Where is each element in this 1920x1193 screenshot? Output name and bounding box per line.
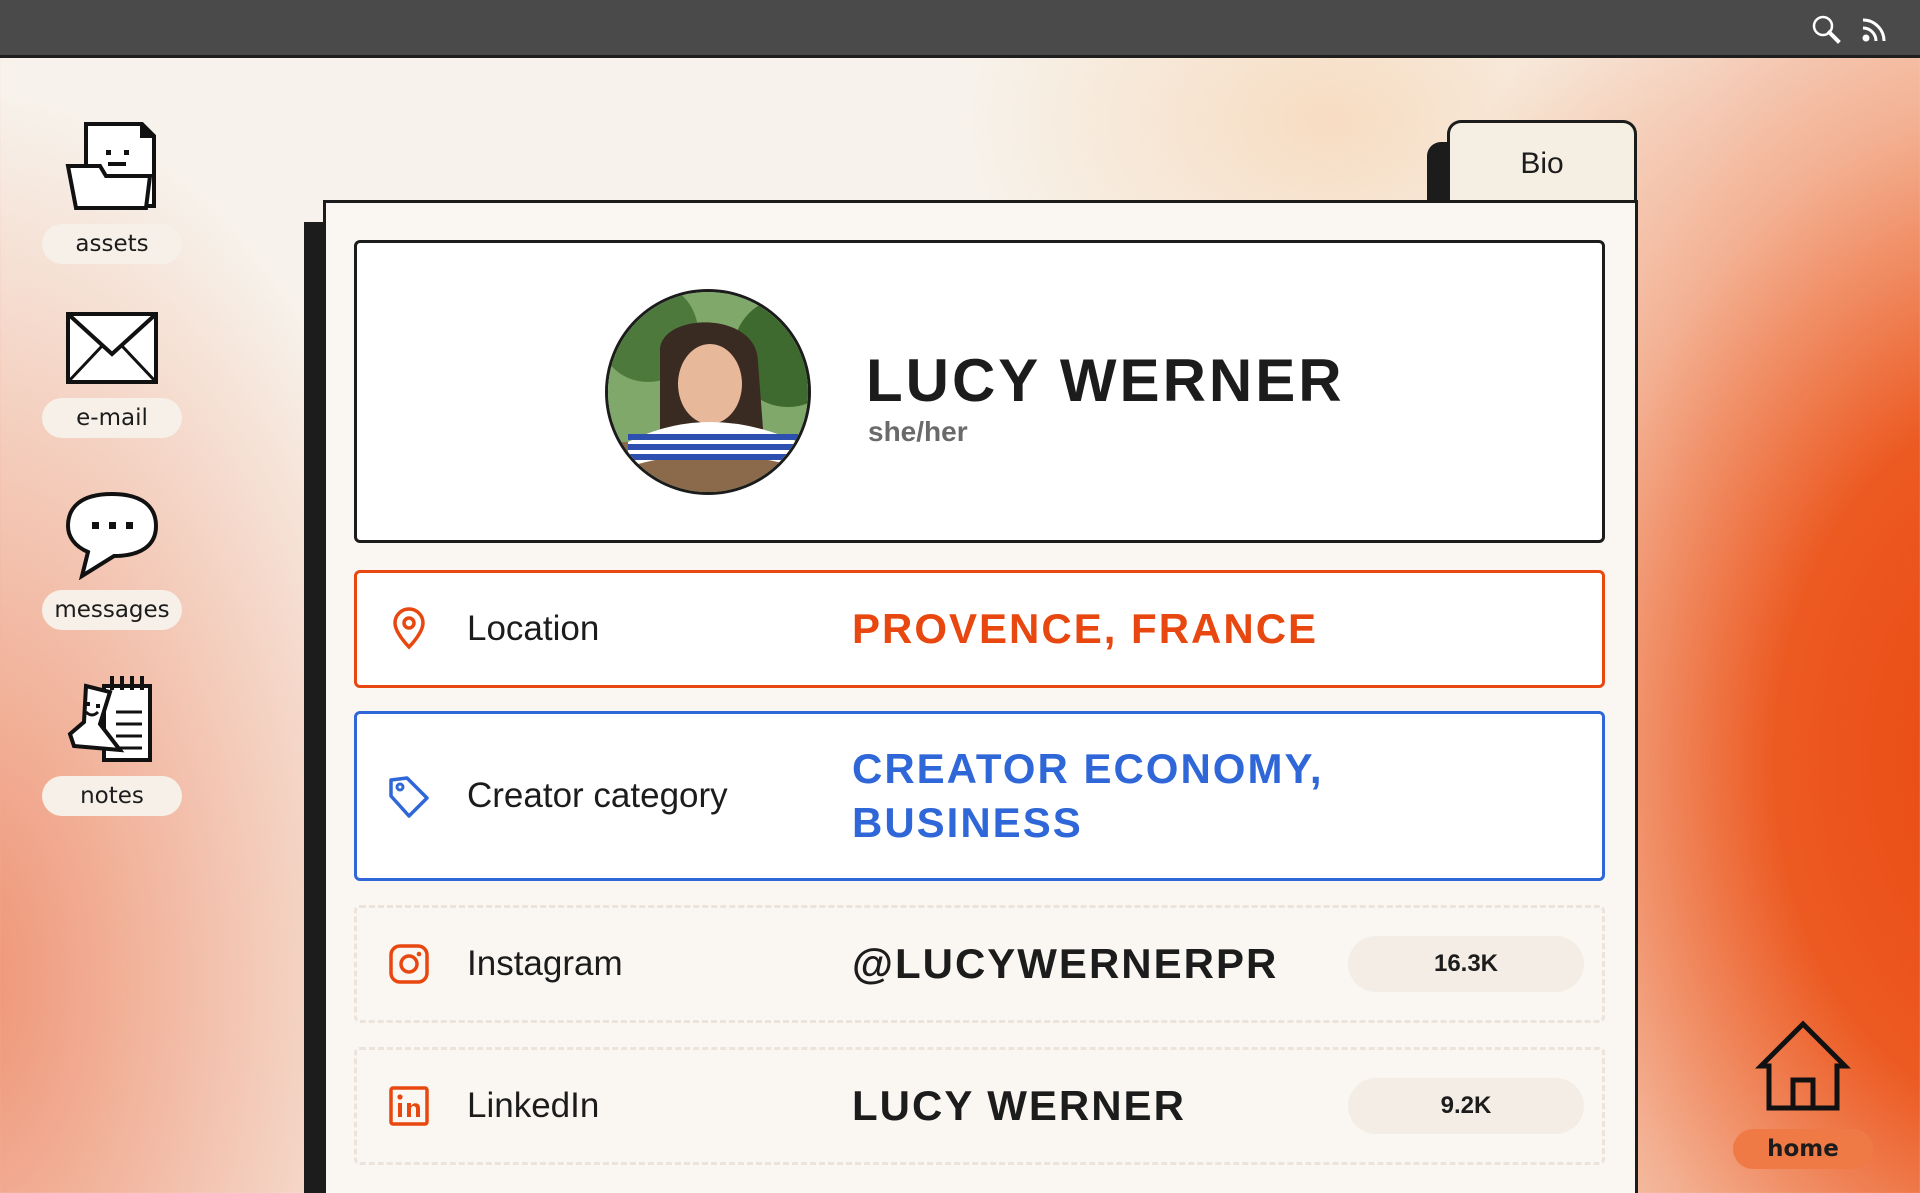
instagram-follower-count: 16.3K <box>1348 936 1584 992</box>
desktop-item-label: notes <box>42 776 182 816</box>
linkedin-label: LinkedIn <box>467 1086 600 1125</box>
desktop-item-label: assets <box>42 224 182 264</box>
category-label: Creator category <box>467 776 728 815</box>
instagram-icon[interactable] <box>387 942 431 986</box>
avatar <box>605 289 811 495</box>
category-row: Creator category CREATOR ECONOMY, BUSINE… <box>354 711 1605 881</box>
desktop-item-notes[interactable]: notes <box>42 672 182 816</box>
desktop-item-messages[interactable]: messages <box>42 490 182 630</box>
profile-pronouns: she/her <box>868 416 968 447</box>
home-label: home <box>1733 1129 1873 1169</box>
desktop-item-e-mail[interactable]: e-mail <box>42 308 182 438</box>
speech-bubble-icon <box>65 491 159 580</box>
instagram-handle[interactable]: @LUCYWERNERPR <box>852 937 1278 991</box>
notepad-icon <box>67 676 152 762</box>
rss-icon[interactable] <box>1860 14 1890 44</box>
desktop-item-label: e-mail <box>42 398 182 438</box>
instagram-row: Instagram @LUCYWERNERPR 16.3K <box>354 905 1605 1023</box>
desktop-item-assets[interactable]: assets <box>42 118 182 264</box>
tab-bio[interactable]: Bio <box>1447 120 1637 204</box>
instagram-label: Instagram <box>467 944 623 983</box>
folder-face-icon <box>65 122 156 210</box>
envelope-icon <box>66 312 158 384</box>
search-icon[interactable] <box>1811 14 1841 44</box>
map-pin-icon <box>393 607 425 650</box>
category-value: CREATOR ECONOMY, BUSINESS <box>852 745 1324 846</box>
linkedin-icon[interactable] <box>387 1084 431 1128</box>
location-value: PROVENCE, FRANCE <box>852 605 1319 652</box>
location-label: Location <box>467 609 600 648</box>
linkedin-row: LinkedIn LUCY WERNER 9.2K <box>354 1047 1605 1165</box>
desktop-item-label: messages <box>42 590 182 630</box>
profile-name: LUCY WERNER <box>866 347 1345 414</box>
house-icon <box>1754 1020 1852 1111</box>
linkedin-name[interactable]: LUCY WERNER <box>852 1079 1186 1133</box>
linkedin-follower-count: 9.2K <box>1348 1078 1584 1134</box>
tag-icon <box>389 776 429 818</box>
location-row: Location PROVENCE, FRANCE <box>354 570 1605 688</box>
profile-card: LUCY WERNER she/her <box>354 240 1605 543</box>
home-button[interactable]: home <box>1733 1018 1873 1169</box>
menu-bar <box>0 0 1920 58</box>
